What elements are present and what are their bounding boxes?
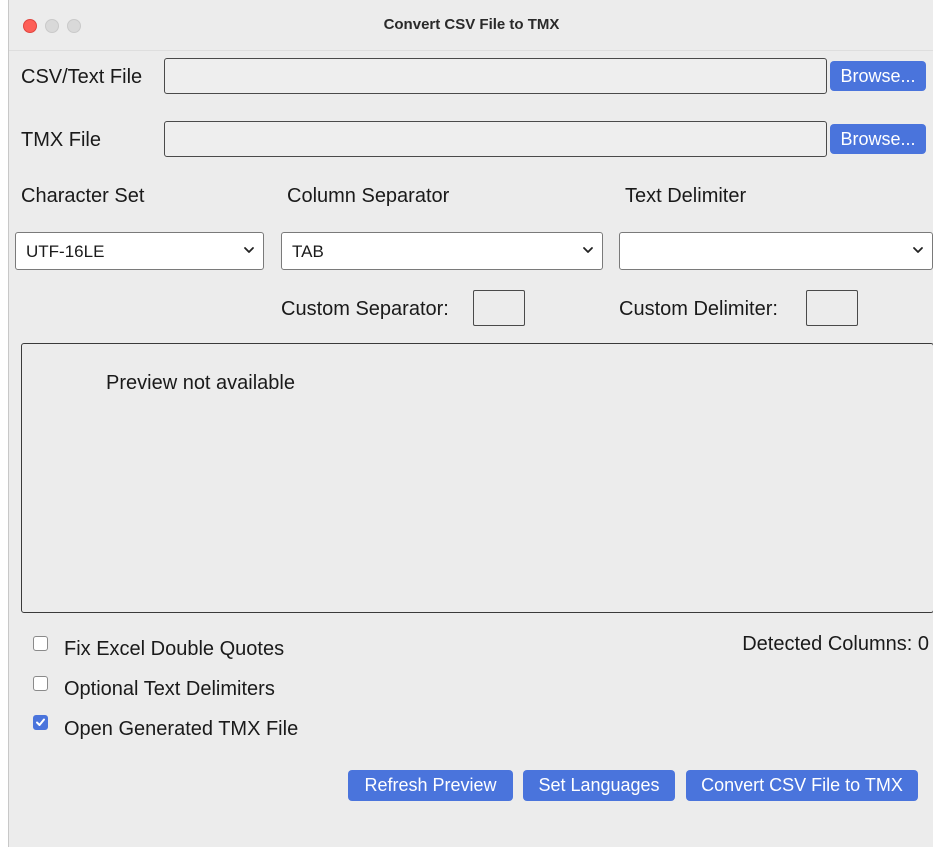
delimiter-select[interactable]: [619, 232, 933, 270]
chevron-down-icon: [913, 247, 923, 253]
custom-delimiter-input[interactable]: [806, 290, 858, 326]
set-languages-button[interactable]: Set Languages: [523, 770, 675, 801]
fix-excel-quotes-checkbox[interactable]: [33, 636, 48, 651]
open-tmx-label: Open Generated TMX File: [64, 718, 299, 740]
optional-delimiters-label: Optional Text Delimiters: [64, 678, 275, 700]
dialog-window: Convert CSV File to TMX CSV/Text File Br…: [8, 0, 933, 847]
tmx-file-input[interactable]: [164, 121, 827, 157]
preview-message: Preview not available: [106, 372, 295, 394]
title-bar: Convert CSV File to TMX: [9, 0, 933, 51]
separator-selected-value: TAB: [292, 242, 324, 261]
optional-delimiters-checkbox[interactable]: [33, 676, 48, 691]
custom-separator-input[interactable]: [473, 290, 525, 326]
csv-file-input[interactable]: [164, 58, 827, 94]
refresh-preview-button[interactable]: Refresh Preview: [348, 770, 513, 801]
charset-select[interactable]: UTF-16LE: [15, 232, 264, 270]
open-tmx-checkbox[interactable]: [33, 715, 48, 730]
tmx-browse-button[interactable]: Browse...: [830, 124, 926, 154]
csv-browse-button[interactable]: Browse...: [830, 61, 926, 91]
chevron-down-icon: [244, 247, 254, 253]
charset-label: Character Set: [21, 185, 145, 207]
fix-excel-quotes-label: Fix Excel Double Quotes: [64, 638, 285, 660]
checkmark-icon: [36, 718, 45, 726]
separator-label: Column Separator: [287, 185, 450, 207]
convert-button[interactable]: Convert CSV File to TMX: [686, 770, 918, 801]
separator-select[interactable]: TAB: [281, 232, 603, 270]
charset-selected-value: UTF-16LE: [26, 242, 105, 261]
csv-file-label: CSV/Text File: [21, 66, 143, 88]
custom-delimiter-label: Custom Delimiter:: [619, 298, 778, 320]
delimiter-label: Text Delimiter: [625, 185, 747, 207]
custom-separator-label: Custom Separator:: [281, 298, 449, 320]
detected-columns: Detected Columns: 0: [742, 633, 929, 655]
window-title: Convert CSV File to TMX: [383, 16, 560, 33]
preview-area: Preview not available: [21, 343, 933, 613]
tmx-file-label: TMX File: [21, 129, 101, 151]
chevron-down-icon: [583, 247, 593, 253]
